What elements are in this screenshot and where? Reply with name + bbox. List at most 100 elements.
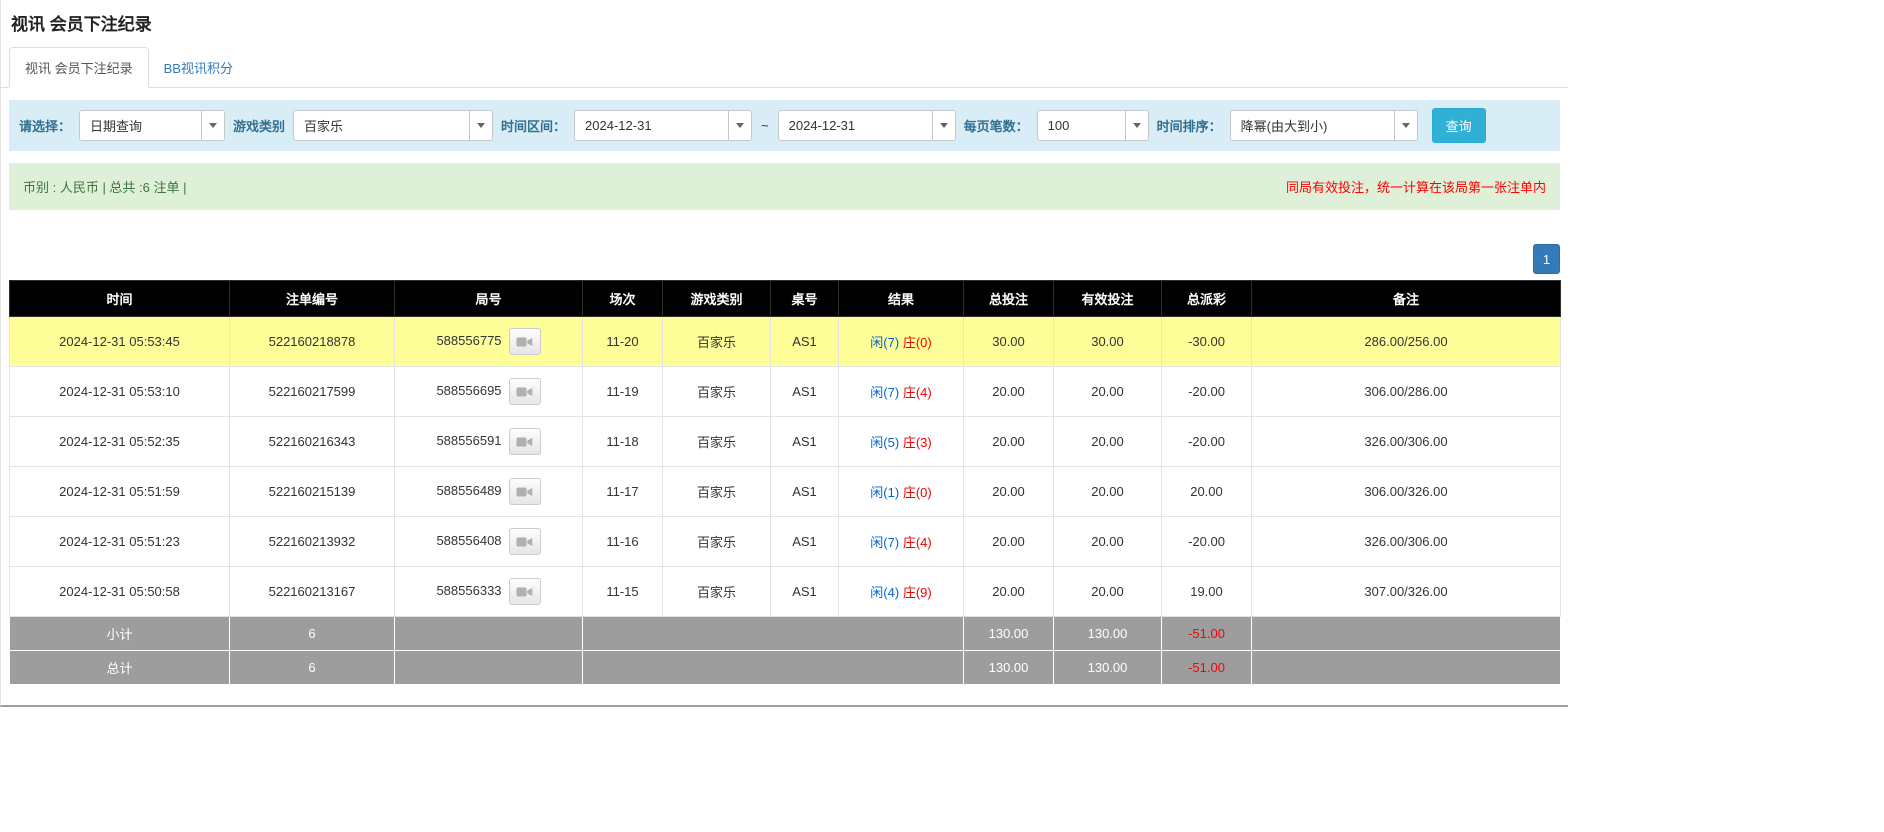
cell-total-bet[interactable]: 20.00 xyxy=(964,567,1054,617)
subtotal-total-bet: 130.00 xyxy=(964,617,1054,651)
query-type-select[interactable]: 日期查询 xyxy=(79,110,225,141)
cell-table-no: AS1 xyxy=(771,417,839,467)
header-game-type: 游戏类别 xyxy=(663,281,771,317)
subtotal-empty-note xyxy=(1252,617,1561,651)
cell-total-bet[interactable]: 30.00 xyxy=(964,317,1054,367)
replay-video-button[interactable] xyxy=(509,378,541,405)
per-page-select[interactable]: 100 xyxy=(1037,110,1149,141)
table-header-row: 时间 注单编号 局号 场次 游戏类别 桌号 结果 总投注 有效投注 总派彩 备注 xyxy=(10,281,1561,317)
date-range-separator: ~ xyxy=(760,118,770,133)
cell-game-type: 百家乐 xyxy=(663,567,771,617)
search-button[interactable]: 查询 xyxy=(1432,108,1486,143)
header-total-bet: 总投注 xyxy=(964,281,1054,317)
cell-table-no: AS1 xyxy=(771,317,839,367)
betting-records-table: 时间 注单编号 局号 场次 游戏类别 桌号 结果 总投注 有效投注 总派彩 备注… xyxy=(9,280,1561,685)
filter-bar: 请选择： 日期查询 游戏类别 百家乐 时间区间： 2024-12-31 ~ 20… xyxy=(9,100,1560,151)
tab-records[interactable]: 视讯 会员下注纪录 xyxy=(9,47,149,88)
cell-table-no: AS1 xyxy=(771,367,839,417)
time-sort-select[interactable]: 降幂(由大到小) xyxy=(1230,110,1418,141)
video-camera-icon xyxy=(516,435,533,449)
round-id-value: 588556333 xyxy=(436,583,501,598)
cell-result: 闲(5) 庄(3) xyxy=(839,417,964,467)
game-type-select[interactable]: 百家乐 xyxy=(293,110,493,141)
cell-note: 326.00/306.00 xyxy=(1252,517,1561,567)
time-range-label: 时间区间： xyxy=(501,116,566,135)
replay-video-button[interactable] xyxy=(509,578,541,605)
per-page-label: 每页笔数： xyxy=(964,116,1029,135)
per-page-value: 100 xyxy=(1038,111,1125,140)
cell-game-type: 百家乐 xyxy=(663,317,771,367)
video-camera-icon xyxy=(516,485,533,499)
chevron-down-icon xyxy=(932,111,955,140)
result-banker: 庄(4) xyxy=(903,535,932,550)
cell-time: 2024-12-31 05:51:23 xyxy=(10,517,230,567)
cell-time: 2024-12-31 05:51:59 xyxy=(10,467,230,517)
round-id-value: 588556591 xyxy=(436,433,501,448)
result-player: 闲(1) xyxy=(870,485,899,500)
cell-valid-bet: 30.00 xyxy=(1054,317,1162,367)
cell-game-type: 百家乐 xyxy=(663,417,771,467)
subtotal-valid-bet: 130.00 xyxy=(1054,617,1162,651)
date-from-value: 2024-12-31 xyxy=(575,111,728,140)
cell-total-bet[interactable]: 20.00 xyxy=(964,517,1054,567)
cell-table-no: AS1 xyxy=(771,517,839,567)
subtotal-empty-round xyxy=(395,617,583,651)
replay-video-button[interactable] xyxy=(509,328,541,355)
table-row: 2024-12-31 05:52:35522160216343588556591… xyxy=(10,417,1561,467)
cell-bet-id: 522160213932 xyxy=(230,517,395,567)
video-camera-icon xyxy=(516,585,533,599)
total-empty-round xyxy=(395,651,583,685)
cell-valid-bet: 20.00 xyxy=(1054,467,1162,517)
cell-payout: 20.00 xyxy=(1162,467,1252,517)
cell-note: 306.00/326.00 xyxy=(1252,467,1561,517)
total-total-bet: 130.00 xyxy=(964,651,1054,685)
cell-time: 2024-12-31 05:50:58 xyxy=(10,567,230,617)
query-type-label: 请选择： xyxy=(19,116,71,135)
cell-session: 11-18 xyxy=(583,417,663,467)
result-banker: 庄(9) xyxy=(903,585,932,600)
cell-table-no: AS1 xyxy=(771,467,839,517)
page-title: 视讯 会员下注纪录 xyxy=(1,0,1568,35)
cell-payout: -30.00 xyxy=(1162,317,1252,367)
cell-result: 闲(7) 庄(0) xyxy=(839,317,964,367)
replay-video-button[interactable] xyxy=(509,478,541,505)
date-from-select[interactable]: 2024-12-31 xyxy=(574,110,752,141)
result-player: 闲(7) xyxy=(870,335,899,350)
date-to-value: 2024-12-31 xyxy=(779,111,932,140)
cell-session: 11-15 xyxy=(583,567,663,617)
cell-total-bet[interactable]: 20.00 xyxy=(964,367,1054,417)
video-camera-icon xyxy=(516,535,533,549)
cell-payout: -20.00 xyxy=(1162,367,1252,417)
cell-session: 11-20 xyxy=(583,317,663,367)
summary-text: 币别 : 人民币 | 总共 :6 注单 | xyxy=(23,177,187,196)
cell-table-no: AS1 xyxy=(771,567,839,617)
cell-total-bet[interactable]: 20.00 xyxy=(964,417,1054,467)
result-player: 闲(5) xyxy=(870,435,899,450)
cell-session: 11-16 xyxy=(583,517,663,567)
page-1-button[interactable]: 1 xyxy=(1533,244,1560,274)
subtotal-payout: -51.00 xyxy=(1162,617,1252,651)
result-banker: 庄(3) xyxy=(903,435,932,450)
tab-bb-points[interactable]: BB视讯积分 xyxy=(149,48,248,87)
game-type-label: 游戏类别 xyxy=(233,116,285,135)
replay-video-button[interactable] xyxy=(509,428,541,455)
replay-video-button[interactable] xyxy=(509,528,541,555)
cell-total-bet[interactable]: 20.00 xyxy=(964,467,1054,517)
header-valid-bet: 有效投注 xyxy=(1054,281,1162,317)
cell-round-id: 588556333 xyxy=(395,567,583,617)
cell-payout: -20.00 xyxy=(1162,517,1252,567)
cell-time: 2024-12-31 05:53:45 xyxy=(10,317,230,367)
chevron-down-icon xyxy=(728,111,751,140)
cell-game-type: 百家乐 xyxy=(663,467,771,517)
header-payout: 总派彩 xyxy=(1162,281,1252,317)
total-valid-bet: 130.00 xyxy=(1054,651,1162,685)
cell-round-id: 588556775 xyxy=(395,317,583,367)
date-to-select[interactable]: 2024-12-31 xyxy=(778,110,956,141)
cell-session: 11-19 xyxy=(583,367,663,417)
cell-result: 闲(7) 庄(4) xyxy=(839,367,964,417)
table-row: 2024-12-31 05:51:59522160215139588556489… xyxy=(10,467,1561,517)
cell-note: 326.00/306.00 xyxy=(1252,417,1561,467)
chevron-down-icon xyxy=(201,111,224,140)
total-empty-mid xyxy=(583,651,964,685)
cell-time: 2024-12-31 05:53:10 xyxy=(10,367,230,417)
